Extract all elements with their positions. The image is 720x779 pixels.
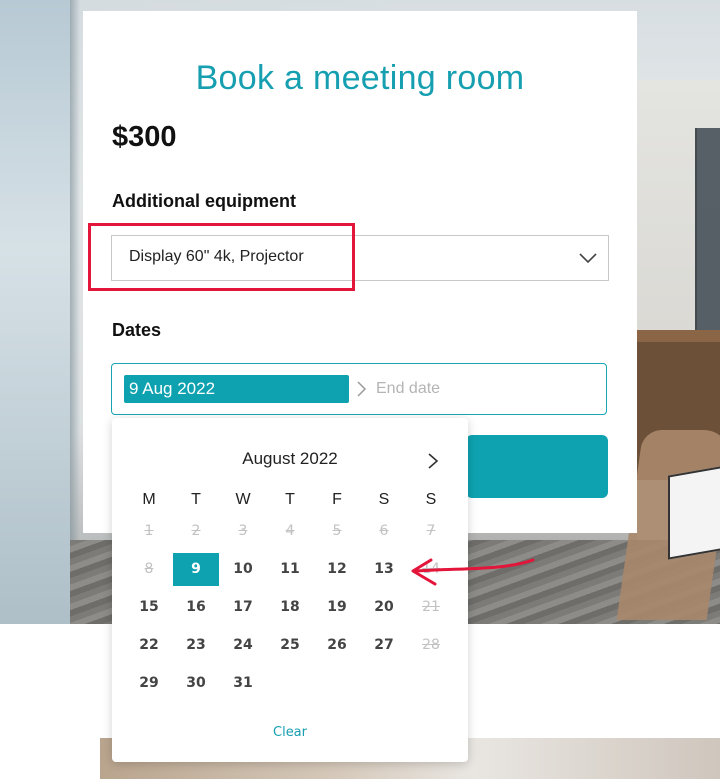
calendar-day[interactable]: 18 <box>267 591 313 624</box>
weekday-header: S <box>378 491 390 508</box>
calendar-day[interactable]: 19 <box>314 591 360 624</box>
page-title: Book a meeting room <box>195 59 525 97</box>
calendar-day[interactable]: 27 <box>361 629 407 662</box>
calendar-day-selected[interactable]: 9 <box>173 553 219 586</box>
end-date-field[interactable]: End date <box>376 380 440 398</box>
calendar-day[interactable]: 24 <box>220 629 266 662</box>
calendar-day[interactable]: 20 <box>361 591 407 624</box>
calendar-day: 21 <box>422 599 440 615</box>
equipment-select[interactable]: Display 60" 4k, Projector <box>111 235 609 281</box>
bg-window <box>0 0 70 624</box>
date-picker-calendar: August 2022 MTWTFSS 1 2 3 4 5 6 7 8 9 10 11 12 13 14 1… <box>112 418 468 762</box>
weekday-header: S <box>425 491 437 508</box>
weekday-header: T <box>191 491 201 508</box>
weekday-header: F <box>332 491 342 508</box>
bg-glass-panel <box>695 128 720 340</box>
calendar-day: 5 <box>332 523 342 539</box>
calendar-day[interactable]: 23 <box>173 629 219 662</box>
equipment-select-value: Display 60" 4k, Projector <box>129 248 304 265</box>
calendar-day: 7 <box>426 523 436 539</box>
calendar-day[interactable]: 29 <box>126 667 172 700</box>
book-button[interactable] <box>466 435 608 498</box>
calendar-day[interactable]: 11 <box>267 553 313 586</box>
chevron-right-icon[interactable] <box>426 453 440 469</box>
calendar-day: 3 <box>238 523 248 539</box>
calendar-day: 8 <box>144 561 154 577</box>
calendar-day[interactable]: 25 <box>267 629 313 662</box>
equipment-label: Additional equipment <box>112 191 296 211</box>
calendar-month-title: August 2022 <box>242 449 338 468</box>
calendar-day[interactable]: 12 <box>314 553 360 586</box>
weekday-header: W <box>235 491 251 508</box>
calendar-day: 1 <box>144 523 154 539</box>
clear-button[interactable]: Clear <box>112 725 468 740</box>
calendar-day[interactable]: 31 <box>220 667 266 700</box>
calendar-day[interactable]: 22 <box>126 629 172 662</box>
calendar-day[interactable]: 17 <box>220 591 266 624</box>
chevron-right-icon <box>357 381 367 397</box>
calendar-day[interactable]: 10 <box>220 553 266 586</box>
calendar-day: 4 <box>285 523 295 539</box>
dates-label: Dates <box>112 320 162 340</box>
weekday-header: M <box>142 491 156 508</box>
calendar-day: 6 <box>379 523 389 539</box>
bg-table <box>668 464 720 560</box>
calendar-day[interactable]: 15 <box>126 591 172 624</box>
calendar-day[interactable]: 26 <box>314 629 360 662</box>
calendar-day[interactable]: 16 <box>173 591 219 624</box>
calendar-day: 28 <box>422 637 440 653</box>
calendar-day[interactable]: 30 <box>173 667 219 700</box>
date-range-input[interactable]: 9 Aug 2022 End date <box>111 363 607 415</box>
calendar-day: 2 <box>191 523 201 539</box>
calendar-day[interactable]: 13 <box>361 553 407 586</box>
start-date-field[interactable]: 9 Aug 2022 <box>124 375 349 403</box>
weekday-header: T <box>285 491 295 508</box>
chevron-down-icon <box>579 253 597 264</box>
calendar-day: 14 <box>422 561 440 577</box>
price: $300 <box>112 121 177 153</box>
